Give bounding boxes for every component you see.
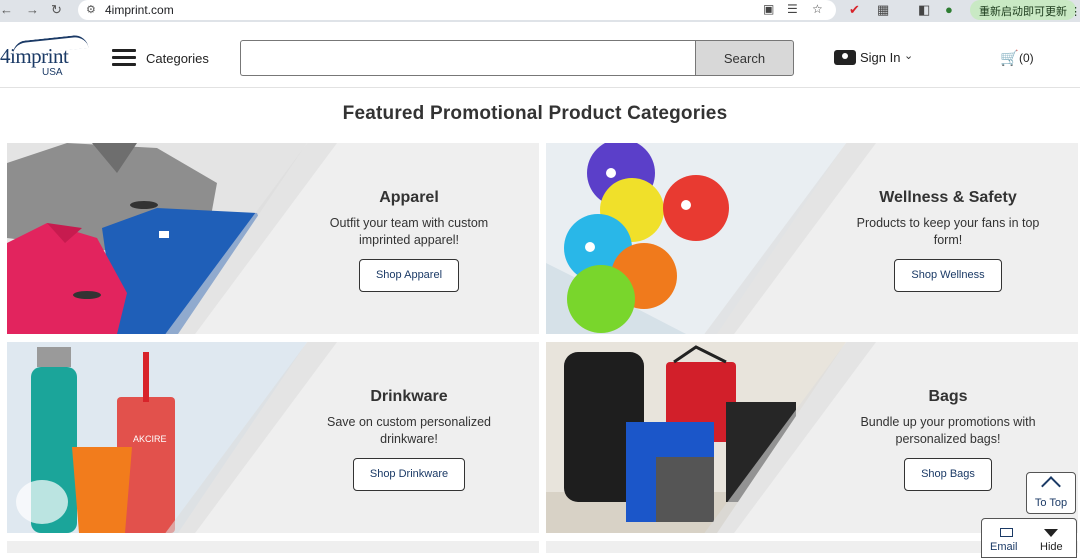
sign-in-label: Sign In	[860, 50, 901, 65]
categories-menu-label: Categories	[146, 51, 209, 66]
shopping-cart-icon: 🛒	[1000, 50, 1019, 67]
category-description: Save on custom personalized drinkware!	[327, 415, 491, 446]
logo-country: USA	[42, 67, 63, 78]
more-menu-icon[interactable]: ⋮	[1070, 6, 1080, 18]
category-description: Outfit your team with custom imprinted a…	[329, 216, 489, 247]
apparel-content: Apparel Outfit your team with custom imp…	[309, 189, 509, 292]
shop-apparel-button[interactable]: Shop Apparel	[358, 259, 460, 292]
email-label[interactable]: Email	[990, 541, 1018, 553]
category-description: Bundle up your promotions with personali…	[860, 415, 1036, 446]
shop-wellness-button[interactable]: Shop Wellness	[894, 259, 1002, 292]
site-logo[interactable]: 4imprint USA	[0, 34, 90, 80]
category-card-wellness[interactable]: Wellness & Safety Products to keep your …	[546, 143, 1078, 334]
search-button[interactable]: Search	[695, 40, 794, 76]
search-input[interactable]	[240, 40, 696, 76]
category-description: Products to keep your fans in top form!	[856, 216, 1040, 247]
restart-update-label: 重新启动即可更新	[979, 6, 1067, 18]
category-card-next	[7, 541, 539, 553]
to-top-label: To Top	[1034, 497, 1068, 509]
svg-text:AKCIRE: AKCIRE	[133, 434, 167, 444]
page-title: Featured Promotional Product Categories	[342, 103, 728, 124]
category-card-apparel[interactable]: Apparel Outfit your team with custom imp…	[7, 143, 539, 334]
extensions-puzzle-icon[interactable]: ▦	[877, 2, 889, 18]
shop-drinkware-button[interactable]: Shop Drinkware	[352, 458, 466, 491]
to-top-button[interactable]: To Top	[1026, 472, 1076, 514]
shop-bags-button[interactable]: Shop Bags	[904, 458, 992, 491]
categories-menu-button[interactable]: Categories	[112, 48, 212, 72]
translate-icon[interactable]: ☰	[787, 2, 798, 16]
contact-bar: Email Hide	[981, 518, 1077, 558]
reload-icon[interactable]: ↻	[51, 2, 62, 18]
email-icon[interactable]	[1000, 528, 1013, 537]
drinkware-content: Drinkware Save on custom personalized dr…	[309, 388, 509, 491]
restart-update-button[interactable]: 重新启动即可更新 ⋮	[970, 0, 1080, 20]
category-card-bags[interactable]: Bags Bundle up your promotions with pers…	[546, 342, 1078, 533]
user-account-icon	[834, 50, 856, 65]
install-app-icon[interactable]: ▣	[763, 2, 774, 16]
bags-content: Bags Bundle up your promotions with pers…	[848, 388, 1048, 491]
logo-wordmark: 4imprint	[0, 44, 69, 68]
back-arrow-icon[interactable]: ←	[0, 2, 13, 17]
browser-toolbar: ← → ↻ ⚙ 4imprint.com ▣ ☰ ☆ ✔ ▦ ◧ ● 重新启动即…	[0, 0, 1080, 22]
category-title: Apparel	[379, 189, 439, 206]
forward-arrow-icon[interactable]: →	[26, 2, 39, 17]
wellness-content: Wellness & Safety Products to keep your …	[848, 189, 1048, 292]
extension-icon[interactable]: ✔	[849, 2, 860, 18]
address-bar[interactable]: ⚙ 4imprint.com	[78, 0, 836, 20]
hide-label[interactable]: Hide	[1040, 541, 1063, 553]
cart-count: (0)	[1019, 51, 1034, 65]
url-text[interactable]: 4imprint.com	[105, 3, 174, 17]
category-card-drinkware[interactable]: AKCIRE Drinkware Save on custom personal…	[7, 342, 539, 533]
category-title: Drinkware	[370, 388, 448, 405]
side-panel-icon[interactable]: ◧	[918, 2, 930, 18]
profile-avatar-icon[interactable]: ●	[945, 2, 953, 17]
bookmark-star-icon[interactable]: ☆	[812, 2, 823, 16]
chevron-up-icon	[1041, 476, 1061, 496]
site-info-icon[interactable]: ⚙	[86, 3, 96, 16]
hamburger-icon	[112, 49, 136, 67]
category-title: Bags	[928, 388, 968, 405]
category-title: Wellness & Safety	[879, 189, 1017, 206]
caret-down-icon[interactable]	[1044, 529, 1058, 537]
chevron-down-icon: ⌄	[904, 50, 914, 62]
